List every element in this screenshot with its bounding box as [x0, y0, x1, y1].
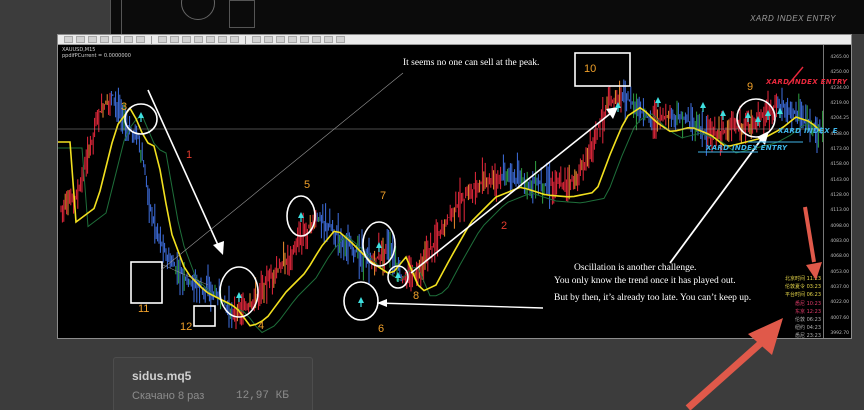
toolbar-button[interactable]	[100, 36, 109, 43]
trend-arrow-down	[147, 89, 219, 246]
toolbar-button[interactable]	[230, 36, 239, 43]
marker-9: 9	[747, 81, 754, 93]
price-tick-label: 4053.00	[830, 269, 849, 275]
price-tick-label: 4098.00	[830, 223, 849, 229]
toolbar-button[interactable]	[64, 36, 73, 43]
file-size: 12,97 КБ	[236, 390, 289, 402]
price-tick-label: 4007.60	[830, 315, 849, 321]
download-count: Скачано 8 раз	[132, 390, 205, 402]
session-clock-row: 纽约 04:23	[795, 325, 821, 332]
toolbar-button[interactable]	[124, 36, 133, 43]
toolbar-separator	[245, 35, 246, 44]
trend-arrow-up	[410, 112, 612, 274]
session-clock-row: 北京时间 11:23	[785, 276, 821, 282]
price-tick-label: 4143.00	[830, 177, 849, 183]
toolbar-button[interactable]	[324, 36, 333, 43]
toolbar-button[interactable]	[264, 36, 273, 43]
toolbar-button[interactable]	[218, 36, 227, 43]
toolbar-button[interactable]	[252, 36, 261, 43]
oscillation-arrow	[669, 136, 764, 264]
marker-4: 4	[258, 320, 265, 332]
xard-label-top: XARD INDEX ENTRY	[766, 78, 848, 86]
price-tick-label: 4234.00	[830, 85, 849, 91]
price-tick-label: 4173.00	[830, 147, 849, 152]
marker-1: 1	[186, 149, 193, 161]
toolbar-button[interactable]	[158, 36, 167, 43]
toolbar-button[interactable]	[170, 36, 179, 43]
toolbar-button[interactable]	[182, 36, 191, 43]
session-clock-row: 伦敦 06:23	[795, 317, 821, 323]
price-tick-label: 3992.70	[830, 331, 849, 336]
oscillation-line-1: Oscillation is another challenge.	[574, 263, 697, 273]
toolbar-button[interactable]	[76, 36, 85, 43]
leader-line	[160, 72, 404, 271]
price-tick-label: 4068.00	[830, 254, 849, 260]
marker-12: 12	[180, 321, 193, 333]
session-clock-row: 东京 12:23	[795, 308, 821, 315]
price-tick-label: 4083.00	[830, 239, 849, 244]
marker-3: 3	[121, 101, 128, 113]
annotation-box-12	[193, 305, 216, 327]
pointer-arrow-6	[376, 302, 544, 309]
price-tick-label: 4128.00	[830, 193, 849, 198]
price-axis: 4265.00 4250.00 4234.00 4219.00 4204.25 4188.…	[823, 45, 851, 338]
session-clock-row: 平台时间 06:23	[785, 292, 821, 299]
price-tick-label: 4219.00	[830, 101, 849, 106]
toolbar-button[interactable]	[288, 36, 297, 43]
toolbar-button[interactable]	[206, 36, 215, 43]
chart-toolbar	[58, 35, 851, 45]
attachment-card[interactable]: sidus.mq5 Скачано 8 раз 12,97 КБ	[113, 357, 313, 410]
annotation-box-11	[130, 261, 163, 304]
price-tick-label: 4037.00	[830, 285, 849, 290]
ghost-annotation-circle	[181, 0, 215, 20]
marker-5: 5	[304, 179, 311, 191]
marker-7: 7	[380, 190, 387, 202]
marker-10: 10	[584, 63, 597, 75]
chart-screenshot: XAUUSD,M15 ppdifPCurrent = 0.0000000 426…	[57, 34, 852, 339]
price-tick-label: 4204.25	[830, 116, 849, 122]
oscillation-line-3: But by then, it’s already too late. You …	[554, 293, 752, 303]
price-tick-label: 4022.00	[830, 300, 849, 306]
toolbar-button[interactable]	[194, 36, 203, 43]
toolbar-button[interactable]	[276, 36, 285, 43]
session-clock-row: 悉尼 23:23	[795, 333, 821, 340]
toolbar-button[interactable]	[312, 36, 321, 43]
price-tick-label: 4113.00	[830, 208, 849, 214]
trend-arrow-up-head	[606, 107, 618, 119]
toolbar-button[interactable]	[88, 36, 97, 43]
price-tick-label: 4265.00	[830, 55, 849, 60]
toolbar-button[interactable]	[136, 36, 145, 43]
marker-8: 8	[413, 290, 420, 302]
marker-2: 2	[501, 220, 508, 232]
trend-arrow-down-head	[213, 241, 224, 255]
session-clock-row: 伦敦夏令 03:23	[785, 284, 821, 291]
marker-6: 6	[378, 323, 385, 335]
price-tick-label: 4250.00	[830, 70, 849, 76]
ghost-xard-label: XARD INDEX ENTRY	[750, 14, 836, 23]
ghost-annotation-box	[229, 0, 255, 28]
oscillation-line-2: You only know the trend once it has play…	[554, 276, 736, 286]
price-tick-label: 4158.00	[830, 162, 849, 168]
peak-annotation: It seems no one can sell at the peak.	[403, 58, 540, 68]
toolbar-button[interactable]	[112, 36, 121, 43]
previous-chart-strip: XARD INDEX ENTRY	[110, 0, 864, 34]
marker-11: 11	[138, 303, 150, 315]
xard-label-mid: XARD INDEX E	[778, 127, 838, 135]
ghost-divider	[121, 0, 122, 34]
xard-label-bottom: XARD INDEX ENTRY	[706, 144, 788, 152]
toolbar-separator	[151, 35, 152, 44]
attachment-filename[interactable]: sidus.mq5	[132, 369, 191, 383]
toolbar-button[interactable]	[336, 36, 345, 43]
session-clock-row: 悉尼 10:23	[795, 300, 821, 307]
toolbar-button[interactable]	[300, 36, 309, 43]
